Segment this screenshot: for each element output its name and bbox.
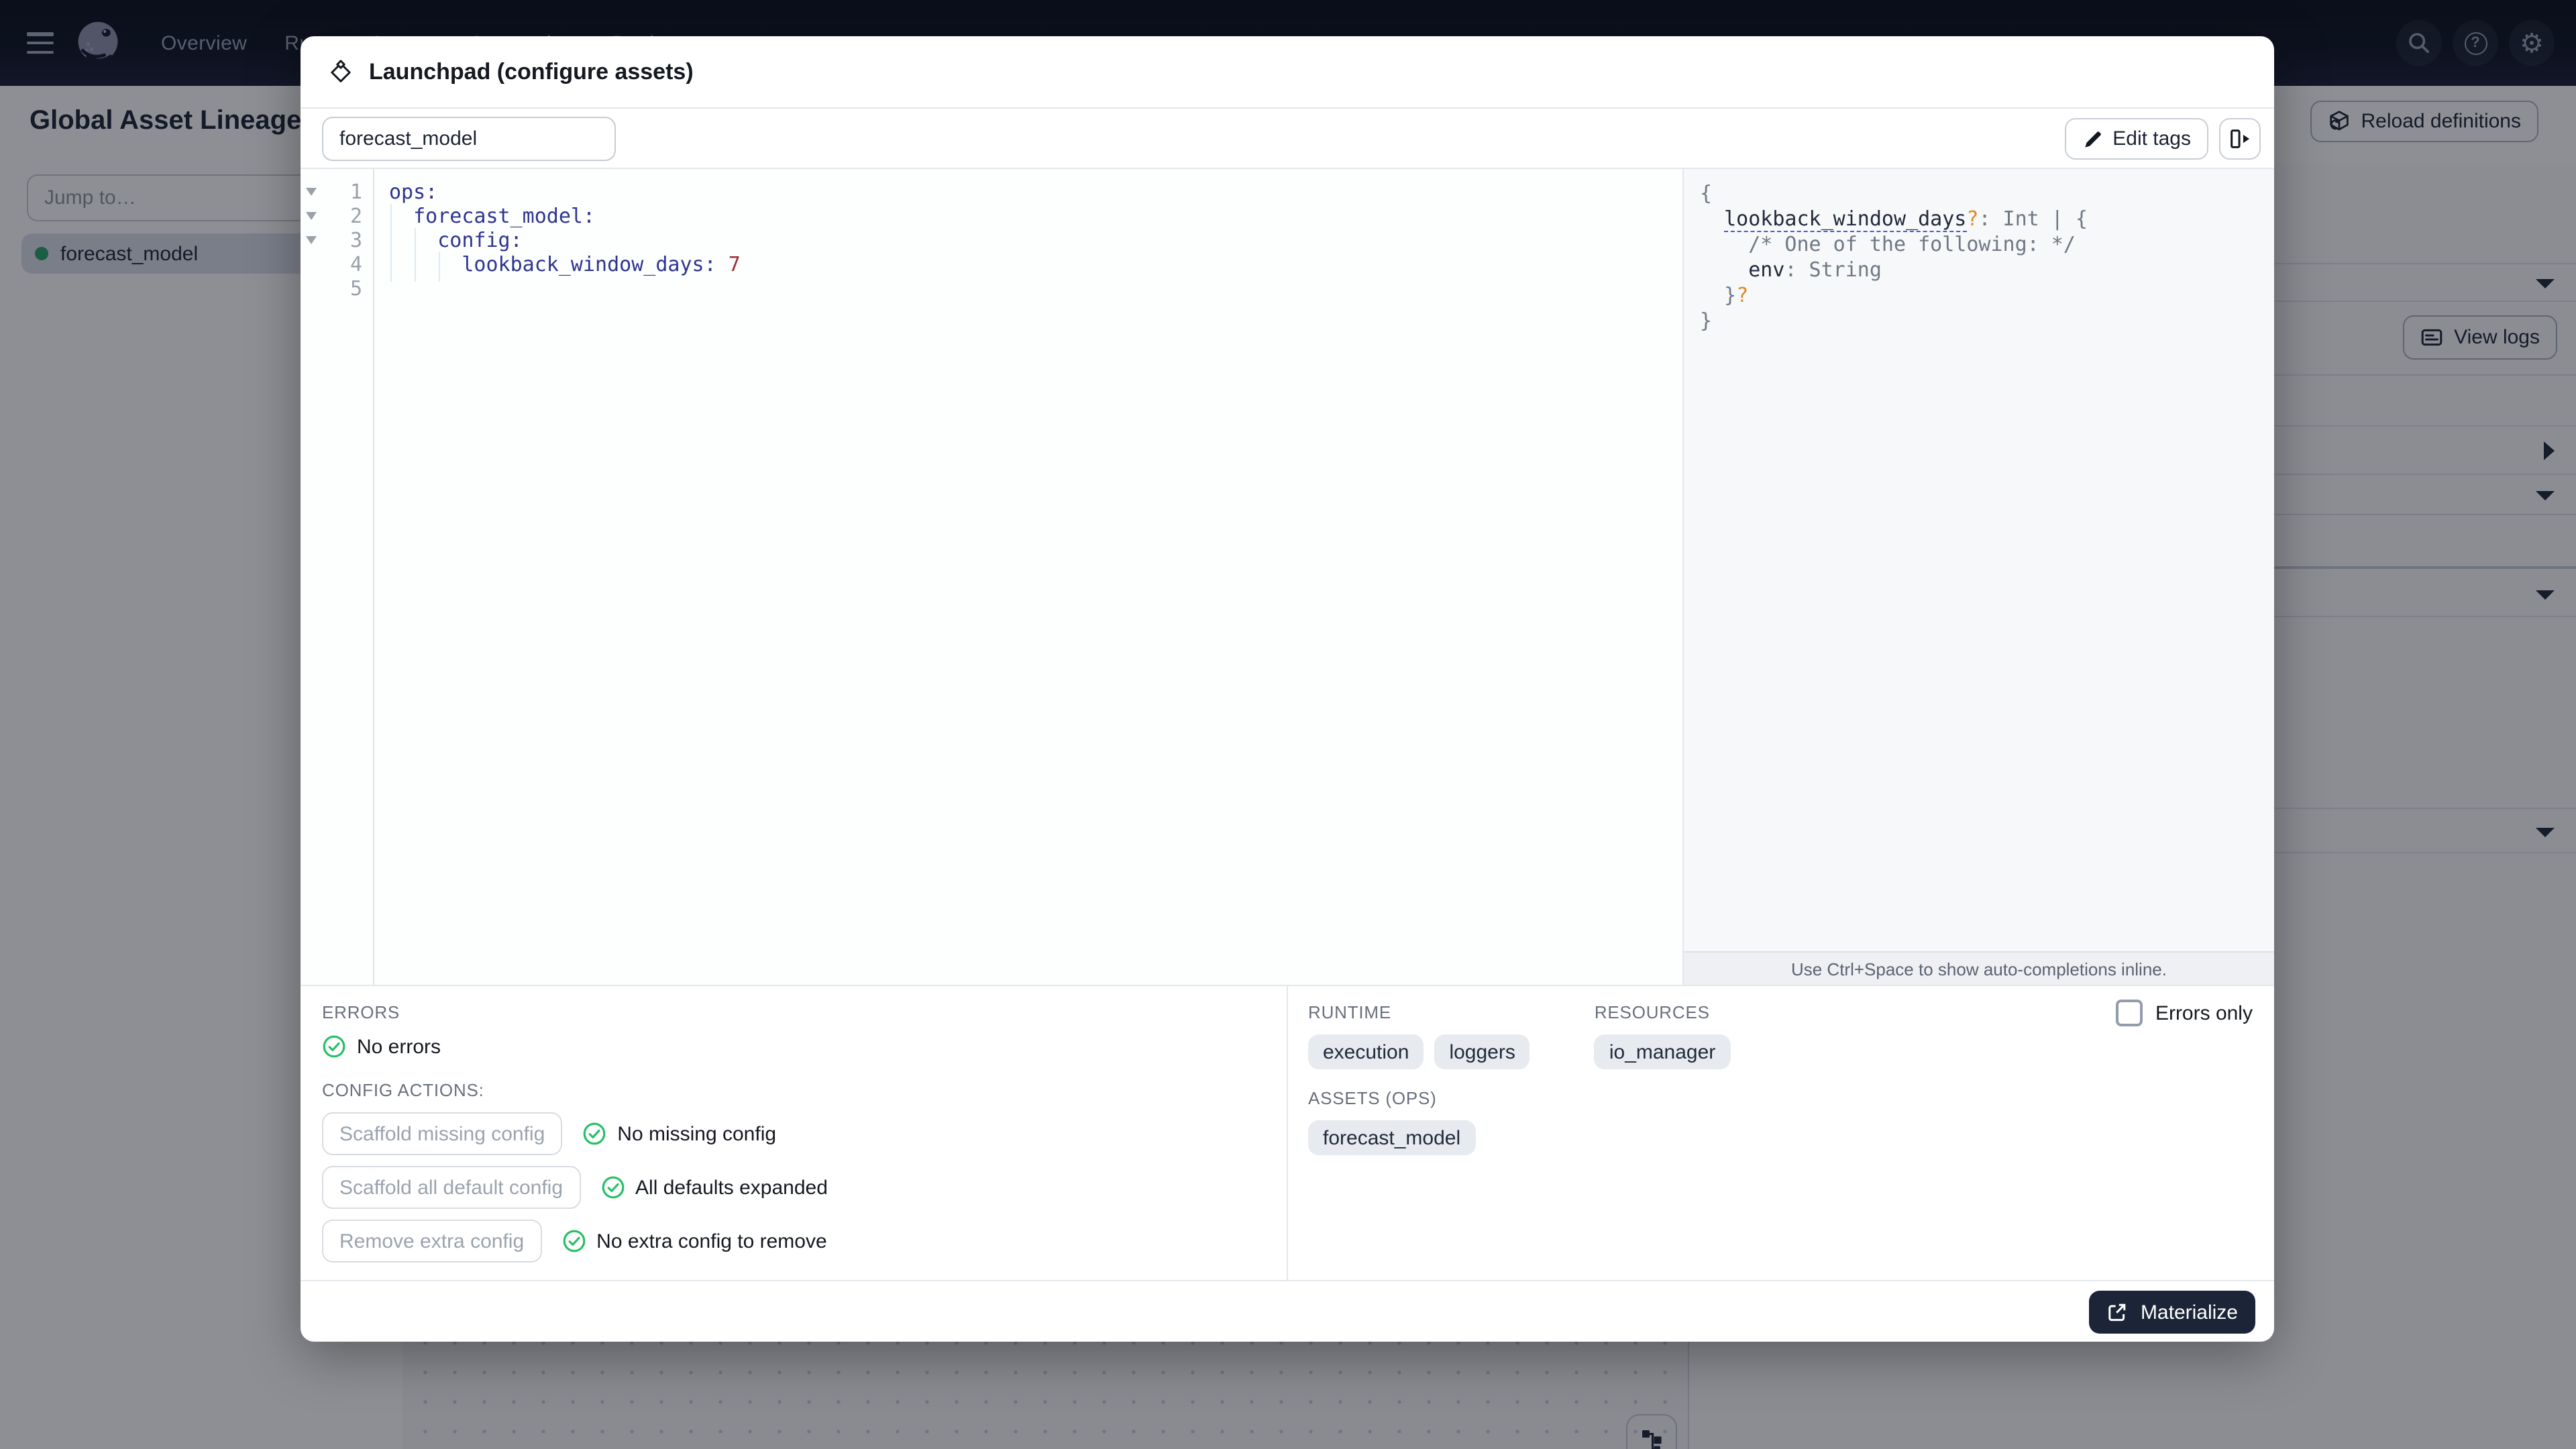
errors-status: No errors [322,1034,1265,1059]
assets-ops-label: ASSETS (OPS) [1308,1088,1437,1108]
check-circle-icon [583,1122,606,1145]
indent-guide [390,204,392,282]
schema-line: { [1700,181,1713,205]
scaffold-all-default-config-button[interactable]: Scaffold all default config [322,1166,581,1209]
edit-tags-button[interactable]: Edit tags [2064,118,2208,160]
config-action-row: Remove extra config No extra config to re… [322,1220,1265,1263]
screen: OverviewRunsAssetsAutomationDeployment ?… [0,0,2576,1449]
line-number: 1 [350,180,362,204]
asset-name-input[interactable] [322,117,616,161]
errors-only-checkbox[interactable] [2116,1000,2143,1026]
code-line: lookback_window_days: 7 [462,252,741,276]
tag-execution: execution [1308,1034,1424,1069]
indent-guide [415,228,416,282]
fold-arrow-icon[interactable] [306,212,317,220]
launchpad-icon [331,59,351,82]
materialize-button[interactable]: Materialize [2089,1291,2255,1334]
config-status: No extra config to remove [561,1229,827,1253]
app-window: OverviewRunsAssetsAutomationDeployment ?… [0,0,2576,1449]
runtime-group: RUNTIME execution loggers [1308,1002,1530,1069]
schema-line: }? [1700,283,1749,307]
schema-line: } [1700,309,1713,333]
editor-gutter: 12345 [301,169,374,985]
gutter-line: 5 [301,276,373,301]
remove-extra-config-button[interactable]: Remove extra config [322,1220,542,1263]
line-number: 5 [350,276,362,301]
errors-column: ERRORS No errors CONFIG ACTIONS: Scaffol… [301,986,1288,1280]
schema-line: env: String [1748,258,1882,282]
external-link-icon [2109,1303,2127,1322]
autocomplete-hint: Use Ctrl+Space to show auto-completions … [1684,951,2274,985]
check-circle-icon [601,1176,624,1199]
config-action-row: Scaffold missing config No missing config [322,1112,1265,1155]
tag-forecast-model: forecast_model [1308,1120,1476,1155]
code-line: config: [437,228,523,252]
config-editor-region: 12345 ops: forecast_model: config: lookb… [301,169,2274,985]
config-actions: Scaffold missing config No missing config… [322,1112,1265,1263]
toggle-panel-button[interactable] [2219,118,2261,160]
panel-expand-icon [2231,129,2250,148]
tag-io-manager: io_manager [1594,1034,1731,1069]
errors-only-toggle[interactable]: Errors only [2116,1000,2253,1026]
code-line: ops: [389,180,438,204]
gutter-line: 3 [301,228,373,252]
config-editor[interactable]: ops: forecast_model: config: lookback_wi… [376,169,1682,985]
dialog-title: Launchpad (configure assets) [369,58,694,84]
run-config-column: RUNTIME execution loggers RESOURCES io_ma… [1289,986,2274,1280]
gutter-line: 2 [301,204,373,228]
code-line: forecast_model: [413,204,596,228]
dialog-bottom-section: ERRORS No errors CONFIG ACTIONS: Scaffol… [301,985,2274,1280]
config-action-row: Scaffold all default config All defaults … [322,1166,1265,1209]
check-circle-icon [562,1230,585,1252]
dialog-header: Launchpad (configure assets) [301,36,2274,109]
gutter-line: 1 [301,180,373,204]
fold-arrow-icon[interactable] [306,188,317,196]
dialog-footer: Materialize [301,1280,2274,1342]
schema-line: /* One of the following: */ [1748,232,2076,256]
config-actions-label: CONFIG ACTIONS: [322,1080,484,1100]
launchpad-dialog: Launchpad (configure assets) Edit tags 1… [301,36,2274,1342]
resources-label: RESOURCES [1594,1002,1710,1022]
gutter-line: 4 [301,252,373,276]
config-schema-panel: { lookback_window_days?: Int | { /* One … [1682,169,2274,985]
check-circle-icon [323,1035,345,1058]
errors-only-label: Errors only [2155,1002,2253,1024]
line-number: 4 [350,252,362,276]
errors-label: ERRORS [322,1002,400,1022]
resources-group: RESOURCES io_manager [1594,1002,1731,1069]
schema-line: lookback_window_days?: Int | { [1724,207,2088,232]
config-status: All defaults expanded [600,1175,828,1199]
runtime-label: RUNTIME [1308,1002,1392,1022]
pencil-icon [2084,131,2101,147]
indent-guide [439,252,440,282]
assets-ops-group: ASSETS (OPS) forecast_model [1308,1088,2255,1155]
scaffold-missing-config-button[interactable]: Scaffold missing config [322,1112,563,1155]
line-number: 2 [350,204,362,228]
tag-loggers: loggers [1434,1034,1530,1069]
line-number: 3 [350,228,362,252]
dialog-toolbar: Edit tags [301,110,2274,169]
config-status: No missing config [582,1122,776,1146]
fold-arrow-icon[interactable] [306,236,317,244]
